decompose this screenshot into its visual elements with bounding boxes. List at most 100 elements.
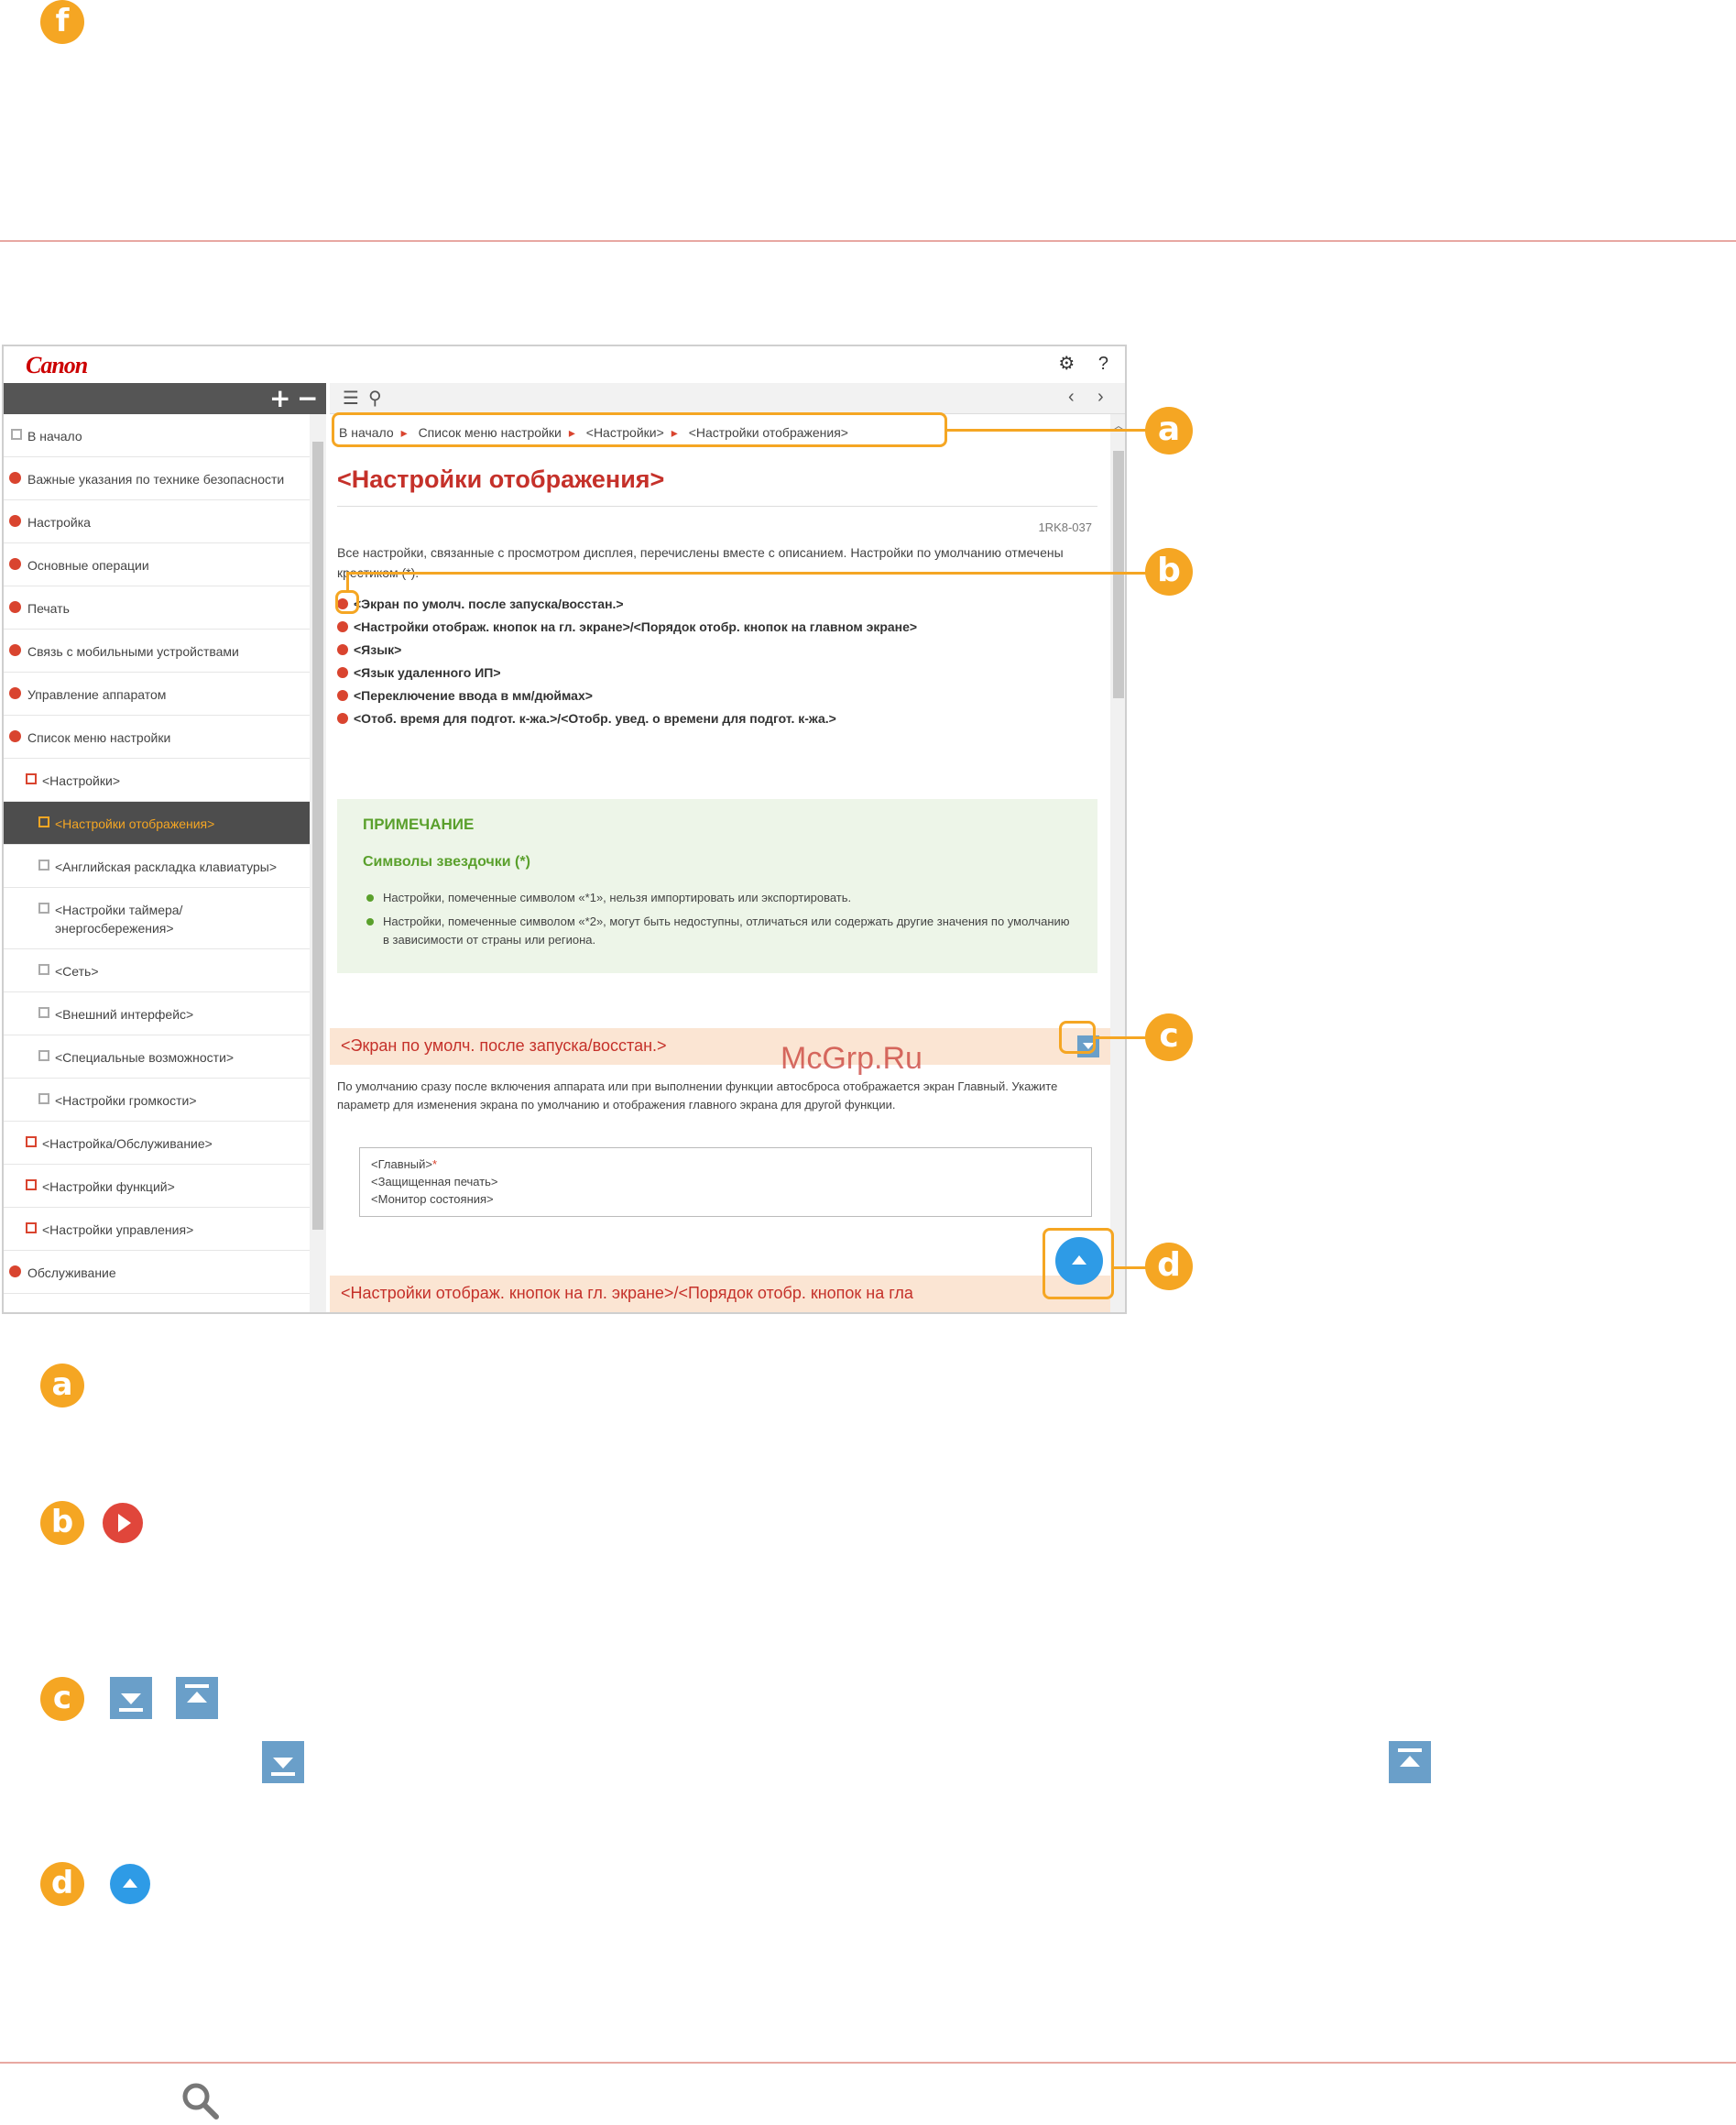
red-play-icon	[103, 1503, 143, 1543]
sidebar-item[interactable]: Управление аппаратом	[4, 673, 310, 716]
list-icon[interactable]: ☰	[343, 387, 359, 410]
marker-f-badge: f	[40, 0, 84, 44]
intro-text: Все настройки, связанные с просмотром ди…	[337, 545, 1064, 580]
collapse-all-button[interactable]: −	[297, 383, 318, 414]
bullet-icon	[337, 713, 348, 724]
sidebar-item-label: <Внешний интерфейс>	[55, 1007, 194, 1022]
bullet-icon	[337, 644, 348, 655]
top-button-highlight	[1043, 1228, 1114, 1299]
expand-icon	[38, 1093, 49, 1104]
sidebar-item-label: <Настройки>	[42, 773, 120, 788]
sidebar-item-label: Список меню настройки	[27, 730, 171, 745]
legend-badge-b: b	[40, 1501, 84, 1545]
note-title: ПРИМЕЧАНИЕ	[363, 816, 475, 833]
search-icon[interactable]: ⚲	[368, 387, 382, 410]
note-subtitle: Символы звездочки (*)	[363, 854, 530, 870]
sidebar-item-label: <Настройки отображения>	[55, 816, 215, 831]
expand-icon	[38, 860, 49, 871]
sidebar-item[interactable]: Связь с мобильными устройствами	[4, 630, 310, 673]
sidebar-item-label: Управление аппаратом	[27, 687, 167, 702]
bullet-icon	[9, 1265, 21, 1277]
sidebar-item[interactable]: <Специальные возможности>	[4, 1035, 310, 1079]
section-header[interactable]: <Настройки отображ. кнопок на гл. экране…	[330, 1276, 1110, 1312]
section-header[interactable]: <Экран по умолч. после запуска/восстан.>	[330, 1028, 1110, 1065]
option-item: <Защищенная печать>	[371, 1175, 498, 1188]
callout-line-b-drop	[346, 572, 349, 592]
topic-link[interactable]: <Язык>	[337, 640, 1097, 660]
sidebar-item[interactable]: <Настройки управления>	[4, 1208, 310, 1251]
watermark: McGrp.Ru	[781, 1041, 923, 1076]
page-title: <Настройки отображения>	[337, 466, 665, 493]
section-title: <Экран по умолч. после запуска/восстан.>	[341, 1036, 667, 1055]
sidebar-item[interactable]: Печать	[4, 586, 310, 630]
content-scrollbar[interactable]: ︿	[1110, 414, 1125, 1312]
bullet-icon	[9, 472, 21, 484]
legend-badge-d: d	[40, 1862, 84, 1906]
expand-all-button[interactable]: +	[269, 383, 290, 414]
sidebar-item[interactable]: <Сеть>	[4, 949, 310, 992]
collapse-up-icon	[176, 1677, 218, 1719]
callout-line-b	[346, 572, 1152, 575]
note-box: ПРИМЕЧАНИЕ Символы звездочки (*) Настрой…	[337, 799, 1097, 973]
bullet-icon	[9, 558, 21, 570]
sidebar-item[interactable]: <Настройки функций>	[4, 1165, 310, 1208]
help-icon[interactable]: ?	[1098, 354, 1108, 374]
sidebar-item[interactable]: Список меню настройки	[4, 716, 310, 759]
callout-line-c	[1096, 1036, 1151, 1039]
sidebar-item-label: <Сеть>	[55, 964, 99, 979]
expand-icon	[26, 1222, 37, 1233]
expand-icon	[26, 773, 37, 784]
sidebar-item[interactable]: <Настройки таймера/энергосбережения>	[4, 888, 310, 949]
expand-icon	[38, 964, 49, 975]
breadcrumb-highlight	[332, 412, 947, 447]
topic-link[interactable]: <Язык удаленного ИП>	[337, 663, 1097, 683]
sidebar-item-label: Обслуживание	[27, 1265, 116, 1280]
sidebar-scrollbar[interactable]	[310, 414, 326, 1312]
sidebar-item-label: <Английская раскладка клавиатуры>	[55, 860, 278, 874]
sidebar-item[interactable]: <Настройки>	[4, 759, 310, 802]
section-divider	[0, 2062, 1736, 2064]
section-title: <Настройки отображ. кнопок на гл. экране…	[341, 1284, 913, 1302]
sidebar-item-label: Печать	[27, 601, 70, 616]
sidebar-item-label: Важные указания по технике безопасности	[27, 472, 285, 487]
expand-icon	[38, 903, 49, 914]
forward-icon[interactable]: ›	[1097, 387, 1104, 408]
sidebar-item[interactable]: Основные операции	[4, 543, 310, 586]
sidebar-item-label: <Настройка/Обслуживание>	[42, 1136, 213, 1151]
bullet-icon	[9, 644, 21, 656]
sidebar-item-label: В начало	[27, 429, 82, 444]
section-text: По умолчанию сразу после включения аппар…	[337, 1079, 1058, 1112]
callout-badge-c: c	[1145, 1013, 1193, 1061]
sidebar-item[interactable]: <Внешний интерфейс>	[4, 992, 310, 1035]
expand-icon	[11, 429, 22, 440]
back-icon[interactable]: ‹	[1068, 387, 1075, 408]
sidebar-item-label: Настройка	[27, 515, 91, 530]
sidebar-item[interactable]: Настройка	[4, 500, 310, 543]
topic-link[interactable]: <Переключение ввода в мм/дюймах>	[337, 685, 1097, 706]
sidebar-item[interactable]: <Настройка/Обслуживание>	[4, 1122, 310, 1165]
topic-link[interactable]: <Отоб. время для подгот. к-жа.>/<Отобр. …	[337, 708, 1097, 728]
topic-link[interactable]: <Настройки отображ. кнопок на гл. экране…	[337, 617, 1097, 637]
sidebar-item[interactable]: <Английская раскладка клавиатуры>	[4, 845, 310, 888]
sidebar-item[interactable]: Важные указания по технике безопасности	[4, 457, 310, 500]
expand-icon	[38, 816, 49, 827]
doc-code: 1RK8-037	[1038, 520, 1092, 534]
gear-icon[interactable]: ⚙	[1058, 354, 1075, 374]
sidebar-item-label: Основные операции	[27, 558, 149, 573]
sidebar-item-label: <Настройки громкости>	[55, 1093, 197, 1108]
sidebar-item[interactable]: Обслуживание	[4, 1251, 310, 1294]
sidebar-item-label: <Специальные возможности>	[55, 1050, 235, 1065]
bullet-icon	[337, 621, 348, 632]
sidebar-item-label: <Настройки таймера/энергосбережения>	[55, 903, 183, 936]
topic-link[interactable]: <Экран по умолч. после запуска/восстан.>	[337, 594, 1097, 614]
expand-icon	[26, 1179, 37, 1190]
bullet-icon	[337, 667, 348, 678]
sidebar-item[interactable]: В начало	[4, 414, 310, 457]
expand-down-icon	[262, 1741, 304, 1783]
bullet-icon	[337, 690, 348, 701]
viewer-topbar: Canon ⚙ ?	[4, 346, 1125, 383]
bullet-icon	[9, 687, 21, 699]
sidebar-item[interactable]: <Настройки отображения>	[4, 802, 310, 845]
sidebar-item[interactable]: <Настройки громкости>	[4, 1079, 310, 1122]
collapse-up-icon	[1389, 1741, 1431, 1783]
